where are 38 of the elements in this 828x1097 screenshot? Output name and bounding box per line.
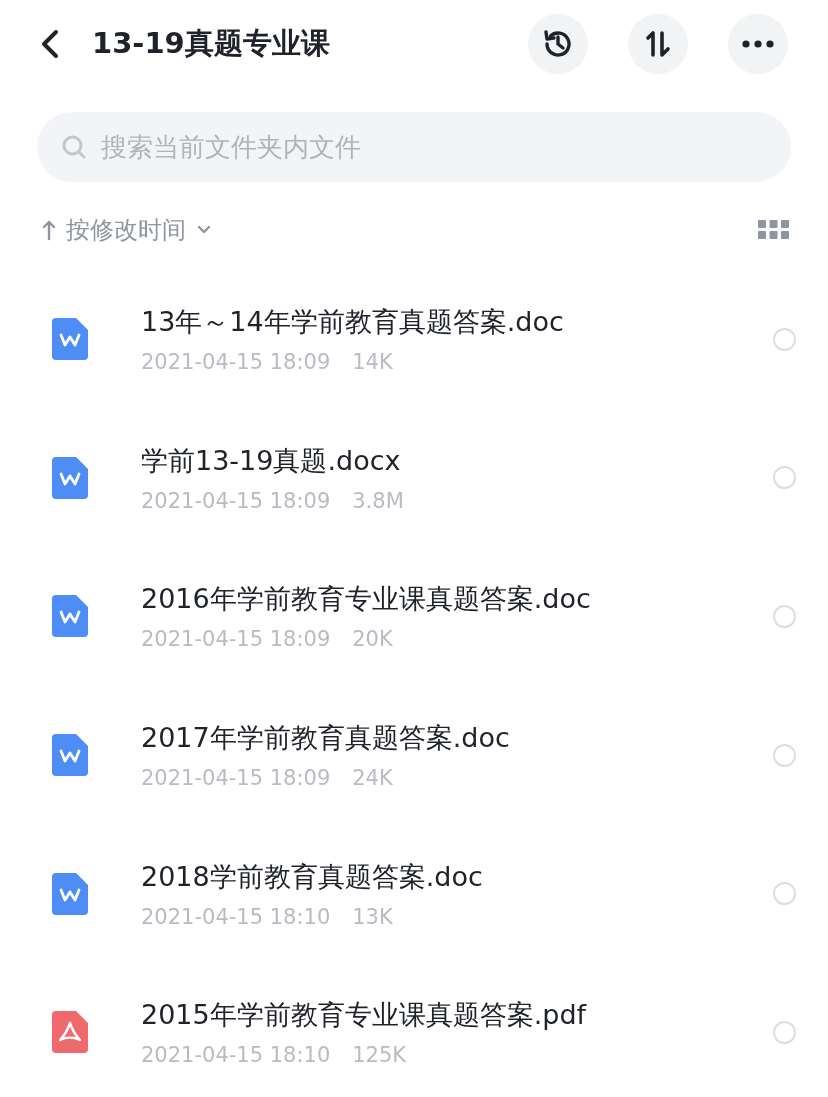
file-name[interactable]: 2017年学前教育真题答案.doc (141, 720, 773, 757)
arrow-up-icon (42, 219, 56, 241)
select-radio[interactable] (773, 327, 796, 351)
file-name[interactable]: 2016年学前教育专业课真题答案.doc (141, 581, 773, 618)
search-icon (61, 134, 87, 160)
file-size: 125K (352, 1043, 407, 1068)
modified-time: 2021-04-15 18:10 (141, 1043, 331, 1068)
file-name[interactable]: 2015年学前教育专业课真题答案.pdf (141, 997, 773, 1034)
word-file-icon (52, 872, 88, 915)
select-radio[interactable] (773, 1020, 796, 1044)
file-size: 13K (352, 904, 393, 929)
file-size: 3.8M (352, 488, 404, 513)
pdf-file-icon (52, 1011, 88, 1054)
select-radio[interactable] (773, 466, 796, 490)
file-name[interactable]: 2018学前教育真题答案.doc (141, 858, 773, 895)
folder-title: 13-19真题专业课 (92, 25, 331, 62)
modified-time: 2021-04-15 18:09 (141, 488, 331, 513)
modified-time: 2021-04-15 18:09 (141, 350, 331, 375)
word-file-icon (52, 456, 88, 499)
file-size: 24K (352, 766, 393, 791)
chevron-down-icon (196, 225, 212, 235)
more-icon (741, 40, 775, 48)
file-size: 20K (352, 627, 393, 652)
search-field[interactable]: 搜索当前文件夹内文件 (37, 112, 791, 182)
modified-time: 2021-04-15 18:09 (141, 627, 331, 652)
word-file-icon (52, 734, 88, 777)
file-name[interactable]: 13年～14年学前教育真题答案.doc (141, 304, 773, 341)
select-radio[interactable] (773, 605, 796, 628)
select-radio[interactable] (773, 743, 796, 767)
modified-time: 2021-04-15 18:09 (141, 766, 331, 791)
word-file-icon (52, 318, 88, 361)
word-file-icon (52, 595, 88, 638)
file-name[interactable]: 学前13-19真题.docx (141, 442, 773, 479)
grid-view-icon[interactable] (758, 220, 790, 240)
modified-time: 2021-04-15 18:10 (141, 904, 331, 929)
back-icon (39, 29, 61, 59)
select-radio[interactable] (773, 882, 796, 906)
file-size: 14K (352, 350, 393, 375)
